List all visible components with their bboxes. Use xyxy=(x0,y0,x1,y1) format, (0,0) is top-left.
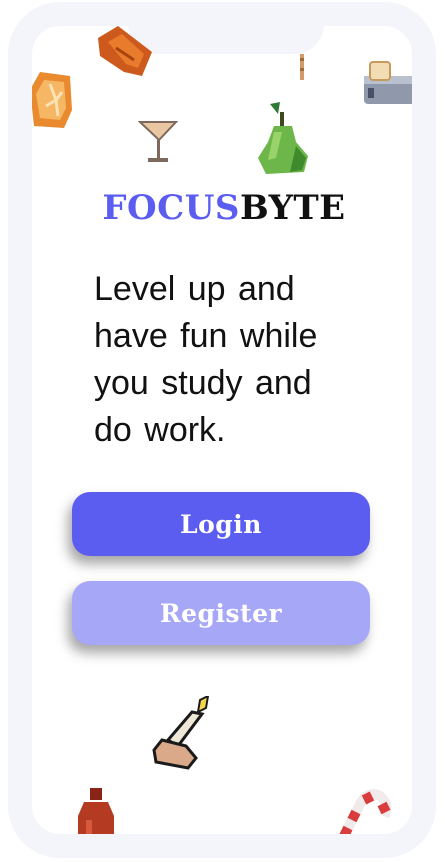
logo-focus-text: FOCUS xyxy=(102,188,240,228)
pear-icon xyxy=(258,102,308,174)
stick-icon xyxy=(300,54,304,80)
register-button[interactable]: Register xyxy=(72,581,370,645)
app-logo: FOCUSBYTE xyxy=(78,188,370,228)
candy-cane-icon xyxy=(339,789,392,834)
candle-icon xyxy=(152,696,210,770)
toast-icon xyxy=(364,61,412,104)
cocktail-glass-icon xyxy=(138,121,178,162)
phone-frame: FOCUSBYTE Level up and have fun while yo… xyxy=(8,2,436,858)
login-button[interactable]: Login xyxy=(72,492,370,556)
bottle-icon xyxy=(78,788,114,834)
tagline: Level up and have fun while you study an… xyxy=(94,270,318,449)
phone-notch xyxy=(128,26,324,54)
croissant-icon xyxy=(98,26,152,76)
logo-byte-text: BYTE xyxy=(239,188,346,228)
orange-slice-icon xyxy=(32,72,72,128)
